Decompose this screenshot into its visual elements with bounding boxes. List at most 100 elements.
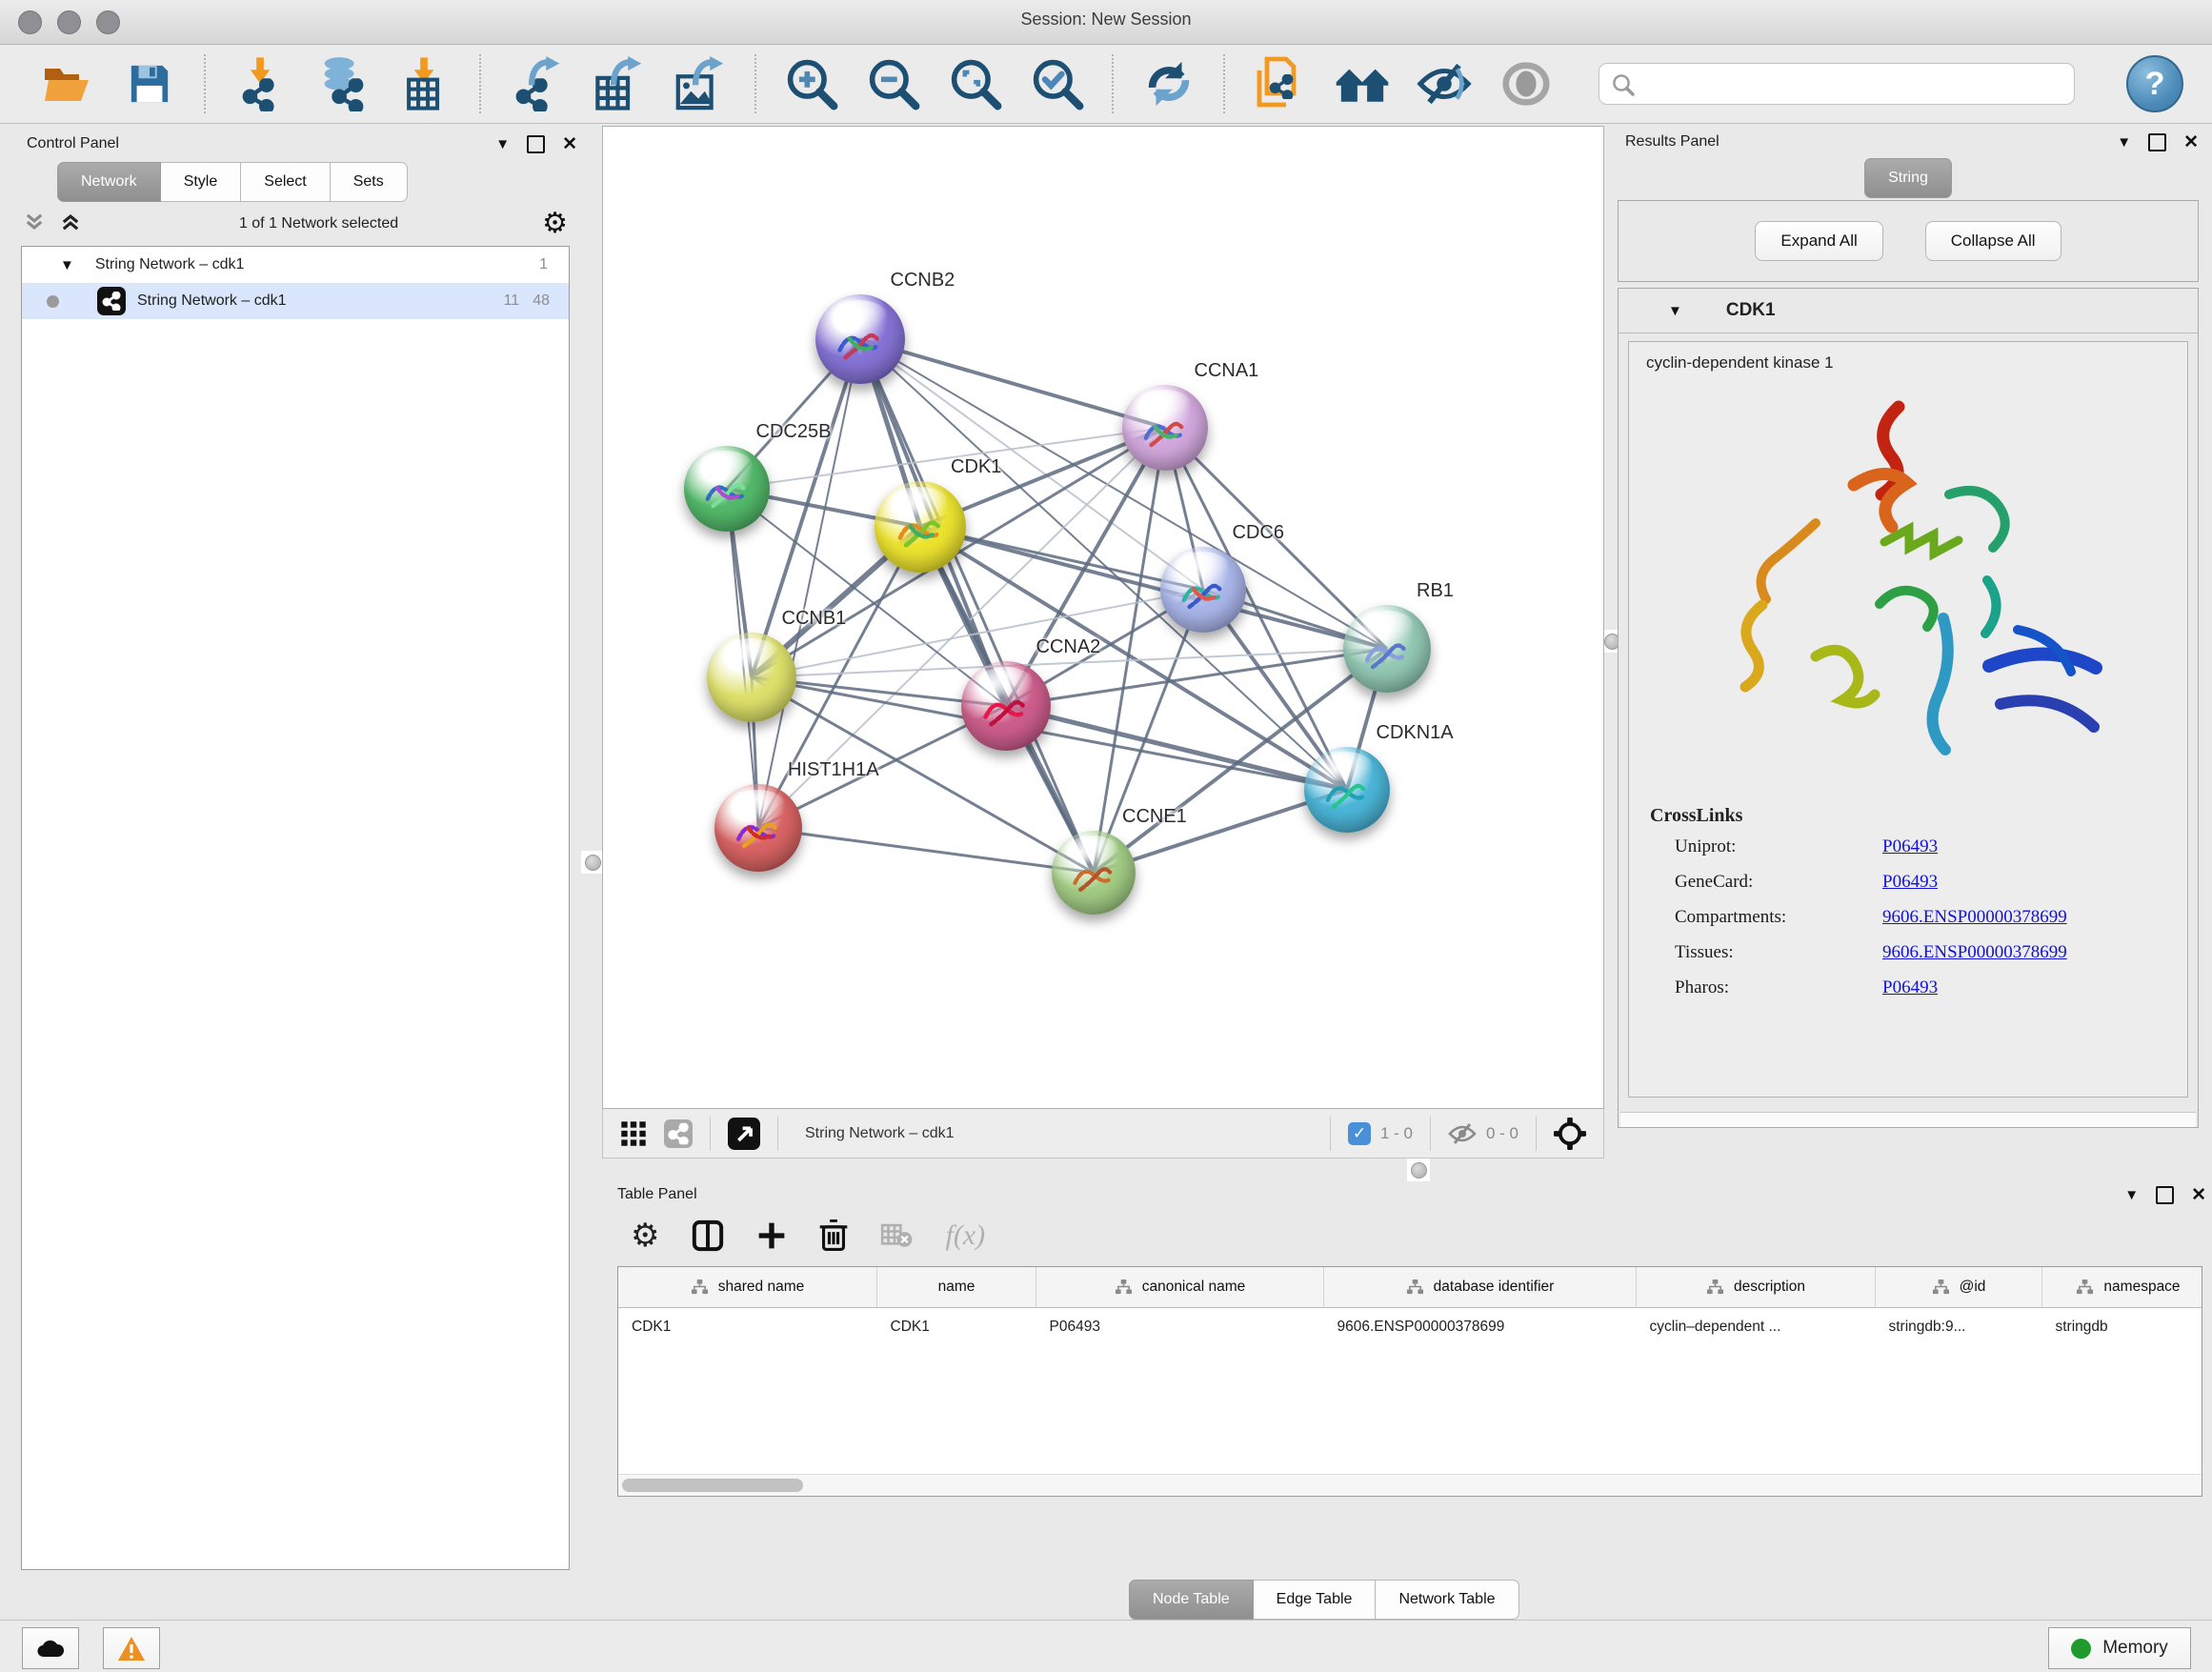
tab-network-table[interactable]: Network Table xyxy=(1376,1580,1518,1620)
show-columns-icon[interactable] xyxy=(692,1219,724,1252)
column-header[interactable]: canonical name xyxy=(1036,1267,1324,1308)
control-panel-menu-icon[interactable]: ▼ xyxy=(495,136,510,152)
tab-style[interactable]: Style xyxy=(161,162,242,202)
tab-node-table[interactable]: Node Table xyxy=(1129,1580,1254,1620)
node-ccne1[interactable] xyxy=(1052,831,1136,915)
string-home-icon[interactable] xyxy=(1335,56,1390,111)
import-network-database-icon[interactable] xyxy=(315,56,371,111)
help-button[interactable]: ? xyxy=(2126,55,2183,112)
table-hscrollbar[interactable] xyxy=(618,1474,2202,1496)
delete-column-icon[interactable] xyxy=(819,1219,848,1252)
column-header[interactable]: @id xyxy=(1876,1267,2042,1308)
node-highlight xyxy=(723,638,778,669)
node-ccnb2[interactable] xyxy=(815,294,905,384)
collapse-all-button[interactable]: Collapse All xyxy=(1925,221,2061,261)
node-hist1h1a[interactable] xyxy=(714,784,802,872)
table-settings-gear-icon[interactable]: ⚙ xyxy=(631,1217,659,1255)
tab-string[interactable]: String xyxy=(1864,158,1952,198)
results-panel-title: Results Panel xyxy=(1625,133,2117,151)
left-splitter-handle[interactable] xyxy=(581,851,604,874)
table-hscrollbar-thumb[interactable] xyxy=(622,1479,803,1492)
import-network-file-icon[interactable] xyxy=(233,56,289,111)
table-panel-close-icon[interactable]: ✕ xyxy=(2191,1184,2206,1206)
network-view-mode-icon[interactable] xyxy=(664,1119,693,1148)
node-label-hist1h1a: HIST1H1A xyxy=(788,759,879,781)
add-column-icon[interactable] xyxy=(756,1220,787,1251)
zoom-out-icon[interactable] xyxy=(866,56,921,111)
clone-network-icon[interactable] xyxy=(1253,56,1308,111)
function-builder-icon[interactable]: f(x) xyxy=(945,1219,985,1252)
network-canvas[interactable]: CCNB2CCNA1CDC25BCDK1CDC6RB1CCNB1CCNA2CDK… xyxy=(602,126,1604,1109)
save-session-icon[interactable] xyxy=(122,56,177,111)
tab-network[interactable]: Network xyxy=(57,162,161,202)
protein-header-row[interactable]: ▼ CDK1 xyxy=(1619,289,2198,333)
tab-edge-table[interactable]: Edge Table xyxy=(1254,1580,1377,1620)
node-rb1[interactable] xyxy=(1343,605,1431,693)
status-bar: Memory xyxy=(0,1620,2212,1672)
expand-all-icon[interactable] xyxy=(59,211,82,238)
control-panel-float-icon[interactable] xyxy=(527,135,545,153)
node-ccna1[interactable] xyxy=(1122,385,1208,471)
crosslink-link[interactable]: P06493 xyxy=(1882,836,1938,857)
control-panel-close-icon[interactable]: ✕ xyxy=(562,133,577,155)
results-panel-close-icon[interactable]: ✕ xyxy=(2183,131,2199,153)
tab-sets[interactable]: Sets xyxy=(331,162,408,202)
hidden-eye-icon[interactable] xyxy=(1448,1122,1477,1145)
protein-collapse-icon[interactable]: ▼ xyxy=(1668,303,1682,319)
node-label-rb1: RB1 xyxy=(1417,580,1454,602)
delete-table-icon[interactable] xyxy=(880,1222,913,1249)
search-input[interactable] xyxy=(1599,63,2075,105)
network-view-title: String Network – cdk1 xyxy=(805,1125,1313,1142)
crosslink-link[interactable]: 9606.ENSP00000378699 xyxy=(1882,942,2067,963)
show-all-icon[interactable] xyxy=(1498,56,1554,111)
tab-select[interactable]: Select xyxy=(241,162,330,202)
column-header[interactable]: description xyxy=(1637,1267,1876,1308)
hide-selected-icon[interactable] xyxy=(1417,56,1472,111)
node-label-ccnb1: CCNB1 xyxy=(782,608,847,630)
selected-nodes-checkbox[interactable]: ✓ xyxy=(1348,1122,1371,1145)
column-header[interactable]: name xyxy=(877,1267,1036,1308)
cloud-status-button[interactable] xyxy=(22,1627,79,1669)
column-header[interactable]: shared name xyxy=(618,1267,877,1308)
table-panel-menu-icon[interactable]: ▼ xyxy=(2124,1187,2139,1203)
column-header[interactable]: namespace xyxy=(2042,1267,2203,1308)
crosslink-link[interactable]: P06493 xyxy=(1882,872,1938,893)
results-panel-float-icon[interactable] xyxy=(2148,133,2166,151)
results-scrollbar[interactable] xyxy=(1620,1112,2196,1127)
node-ccna2[interactable] xyxy=(961,661,1051,751)
collection-collapse-icon[interactable]: ▼ xyxy=(60,257,74,273)
crosslink-label: Pharos: xyxy=(1675,977,1882,998)
export-network-icon[interactable] xyxy=(509,56,564,111)
network-edge-count: 48 xyxy=(533,292,550,310)
node-cdc25b[interactable] xyxy=(684,446,770,532)
crosslink-link[interactable]: 9606.ENSP00000378699 xyxy=(1882,907,2067,928)
zoom-fit-icon[interactable] xyxy=(948,56,1003,111)
column-header[interactable]: database identifier xyxy=(1324,1267,1637,1308)
export-table-icon[interactable] xyxy=(591,56,646,111)
node-cdc6[interactable] xyxy=(1160,547,1246,633)
crosslink-link[interactable]: P06493 xyxy=(1882,977,1938,998)
open-session-icon[interactable] xyxy=(40,56,95,111)
network-row-selected[interactable]: String Network – cdk1 11 48 xyxy=(22,283,569,319)
zoom-selected-icon[interactable] xyxy=(1030,56,1085,111)
network-options-gear-icon[interactable]: ⚙ xyxy=(542,210,568,238)
grid-view-icon[interactable] xyxy=(620,1120,647,1147)
birds-eye-view-icon[interactable] xyxy=(728,1118,760,1150)
memory-button[interactable]: Memory xyxy=(2048,1627,2191,1669)
table-panel-float-icon[interactable] xyxy=(2156,1186,2174,1204)
results-panel-menu-icon[interactable]: ▼ xyxy=(2117,134,2131,151)
update-network-icon[interactable] xyxy=(1141,56,1196,111)
export-image-icon[interactable] xyxy=(673,56,728,111)
network-collection-row[interactable]: ▼ String Network – cdk1 1 xyxy=(22,247,569,283)
import-table-icon[interactable] xyxy=(397,56,452,111)
table-row[interactable]: CDK1CDK1P064939606.ENSP00000378699cyclin… xyxy=(618,1308,2202,1347)
collapse-all-icon[interactable] xyxy=(23,211,46,238)
memory-status-dot xyxy=(2071,1639,2091,1659)
node-cdkn1a[interactable] xyxy=(1304,747,1390,833)
zoom-in-icon[interactable] xyxy=(784,56,839,111)
node-ccnb1[interactable] xyxy=(707,633,796,722)
expand-all-button[interactable]: Expand All xyxy=(1755,221,1882,261)
crosshair-icon[interactable] xyxy=(1554,1118,1586,1150)
warning-status-button[interactable] xyxy=(103,1627,160,1669)
node-cdk1[interactable] xyxy=(875,481,966,573)
